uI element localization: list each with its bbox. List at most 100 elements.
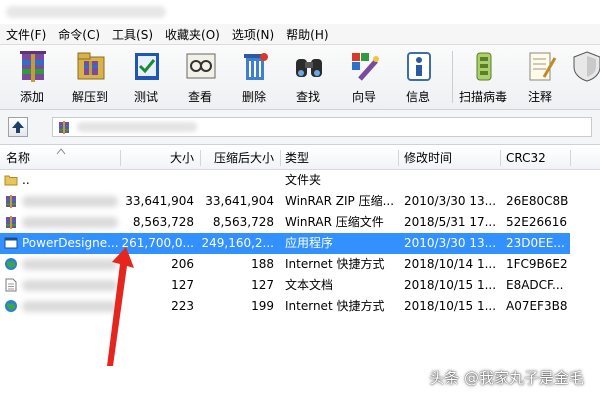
row-packed: [200, 170, 274, 191]
list-header: 名称 大小 压缩后大小 类型 修改时间 CRC32: [0, 147, 600, 170]
row-packed: 249,160,2...: [201, 236, 274, 250]
table-row[interactable]: 223 199 Internet 快捷方式 2018/10/15 1... A0…: [0, 296, 600, 317]
row-packed: 127: [251, 278, 274, 292]
delete-label: 删除: [241, 90, 266, 104]
table-row-selected[interactable]: PowerDesigne... 261,700,0... 249,160,2..…: [0, 233, 600, 254]
test-label: 测试: [133, 90, 158, 104]
delete-button[interactable]: 删除: [226, 49, 282, 107]
row-modified: 2018/10/14 1...: [404, 257, 497, 271]
table-row[interactable]: 8,563,728 8,563,728 WinRAR 压缩文件 2018/5/3…: [0, 212, 600, 233]
column-packed[interactable]: 压缩后大小: [200, 147, 274, 169]
table-row[interactable]: 127 127 文本文档 2018/10/15 1... E8ADCF...: [0, 275, 600, 296]
column-type[interactable]: 类型: [285, 147, 309, 169]
row-modified: 2010/3/30 13...: [404, 194, 497, 208]
row-packed: 33,641,904: [205, 194, 274, 208]
row-crc: 52E26616: [506, 215, 568, 229]
view-button[interactable]: 查看: [172, 49, 228, 107]
blurred-title: [6, 6, 166, 18]
watermark: 头条 @我家丸子是金毛: [429, 369, 584, 387]
find-button[interactable]: 查找: [280, 49, 336, 107]
row-name: ..: [22, 173, 30, 187]
comment-icon: [529, 52, 557, 81]
test-icon: [135, 53, 159, 80]
row-packed: 199: [251, 299, 274, 313]
column-divider: [398, 150, 399, 166]
up-folder-button[interactable]: [8, 117, 28, 137]
row-crc: E8ADCF...: [506, 278, 564, 292]
row-modified: 2010/3/30 13...: [404, 236, 497, 250]
column-size[interactable]: 大小: [120, 147, 194, 169]
row-crc: 23D0EE...: [506, 236, 565, 250]
address-field[interactable]: [52, 117, 592, 137]
row-modified: 2018/10/15 1...: [404, 299, 497, 313]
column-divider: [280, 150, 281, 166]
scan-virus-button[interactable]: 扫描病毒: [455, 49, 511, 107]
blurred-file-name: [22, 196, 118, 207]
row-size: 33,641,904: [125, 194, 194, 208]
row-type: WinRAR ZIP 压缩...: [285, 194, 395, 208]
menu-file[interactable]: 文件(F): [0, 26, 52, 43]
rar-archive-icon: [59, 121, 69, 134]
view-label: 查看: [187, 90, 212, 104]
scan-virus-icon: [476, 52, 492, 81]
menu-favorites[interactable]: 收藏夹(O): [159, 26, 226, 43]
add-label: 添加: [19, 90, 44, 104]
view-icon: [186, 53, 216, 79]
menu-options[interactable]: 选项(N): [226, 26, 280, 43]
row-size: 261,700,0...: [121, 236, 194, 250]
menu-tools[interactable]: 工具(S): [106, 26, 159, 43]
extract-to-icon: [77, 52, 105, 80]
find-icon: [296, 59, 322, 77]
info-button[interactable]: 信息: [390, 49, 446, 107]
row-type: 文本文档: [285, 278, 334, 292]
comment-button[interactable]: 注释: [512, 49, 568, 107]
blurred-file-name: [22, 280, 118, 291]
menu-commands[interactable]: 命令(C): [52, 26, 106, 43]
row-crc: 26E80C8B: [506, 194, 568, 208]
find-label: 查找: [295, 90, 320, 104]
extract-to-button[interactable]: 解压到: [62, 49, 118, 107]
column-crc[interactable]: CRC32: [506, 147, 546, 169]
table-row[interactable]: .. 文件夹: [0, 170, 600, 191]
address-bar: [0, 110, 600, 145]
row-modified: 2018/5/31 17...: [404, 215, 497, 229]
table-row[interactable]: 206 188 Internet 快捷方式 2018/10/14 1... 1F…: [0, 254, 600, 275]
row-type: Internet 快捷方式: [285, 299, 385, 313]
row-crc: [506, 170, 568, 191]
blurred-file-name: [22, 301, 118, 312]
blurred-path: [77, 122, 197, 132]
wizard-icon: [352, 53, 379, 81]
info-icon: [407, 52, 431, 81]
wizard-button[interactable]: 向导: [336, 49, 392, 107]
blurred-file-name: [22, 259, 118, 270]
column-name[interactable]: 名称: [6, 147, 30, 169]
row-crc: 1FC9B6E2: [506, 257, 568, 271]
scan-virus-label: 扫描病毒: [458, 90, 507, 104]
internet-shortcut-icon: [5, 258, 17, 270]
column-divider: [500, 150, 501, 166]
extract-to-label: 解压到: [71, 90, 108, 104]
internet-shortcut-icon: [5, 300, 17, 312]
row-size: 127: [171, 278, 194, 292]
blurred-file-name: [22, 217, 118, 228]
row-name: PowerDesigne...: [22, 236, 118, 250]
info-label: 信息: [405, 90, 430, 104]
row-size: 8,563,728: [132, 215, 194, 229]
add-button[interactable]: 添加: [4, 49, 60, 107]
table-row[interactable]: 33,641,904 33,641,904 WinRAR ZIP 压缩... 2…: [0, 191, 600, 212]
row-modified: 2018/10/15 1...: [404, 278, 497, 292]
row-packed: 8,563,728: [212, 215, 274, 229]
menu-bar: 文件(F) 命令(C) 工具(S) 收藏夹(O) 选项(N) 帮助(H): [0, 24, 600, 45]
column-divider: [570, 150, 571, 166]
test-button[interactable]: 测试: [118, 49, 174, 107]
menu-help[interactable]: 帮助(H): [280, 26, 334, 43]
rar-archive-icon: [6, 195, 16, 208]
row-size: 223: [171, 299, 194, 313]
title-bar: [0, 0, 600, 24]
row-packed: 188: [251, 257, 274, 271]
add-archive-icon: [20, 51, 46, 82]
column-modified[interactable]: 修改时间: [404, 147, 452, 169]
row-crc: A07EF3B8: [506, 299, 568, 313]
more-tool-button[interactable]: [566, 49, 600, 107]
row-type: WinRAR 压缩文件: [285, 215, 384, 229]
